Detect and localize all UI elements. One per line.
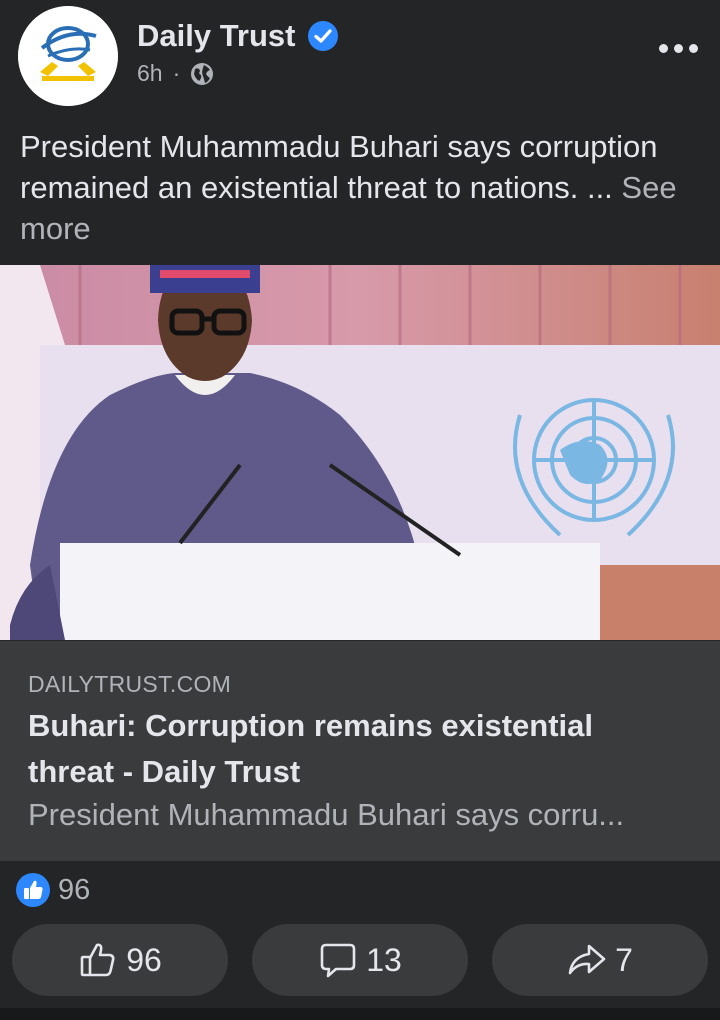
speaker-photo [0, 265, 720, 640]
reaction-count: 96 [58, 873, 91, 906]
comment-button[interactable]: 13 [252, 924, 468, 996]
page-name-text[interactable]: Daily Trust [137, 18, 296, 54]
globe-icon [191, 62, 214, 85]
post-image[interactable] [0, 265, 720, 640]
caption-text: President Muhammadu Buhari says corrupti… [20, 129, 658, 205]
post-meta: 6h · [137, 60, 214, 87]
link-title[interactable]: Buhari: Corruption remains existential t… [28, 703, 678, 795]
post-caption: President Muhammadu Buhari says corrupti… [20, 126, 700, 249]
meta-separator: · [172, 60, 181, 86]
comment-count: 13 [366, 941, 402, 978]
daily-trust-logo [18, 6, 118, 106]
verified-badge-icon [307, 21, 338, 51]
share-count: 7 [615, 941, 633, 978]
page-name[interactable]: Daily Trust [137, 18, 338, 54]
like-button[interactable]: 96 [12, 924, 228, 996]
link-domain: DAILYTRUST.COM [28, 671, 232, 697]
more-dot [658, 43, 668, 53]
caption-ellipsis: ... [578, 170, 622, 205]
share-icon [568, 944, 606, 975]
comment-icon [320, 943, 356, 978]
post-actions: 96 13 7 [12, 924, 708, 996]
thumbs-up-icon [80, 943, 115, 977]
share-button[interactable]: 7 [492, 924, 708, 996]
post-header: Daily Trust 6h · [0, 0, 720, 110]
link-description: President Muhammadu Buhari says corru... [28, 797, 625, 832]
more-dot [688, 43, 698, 53]
link-preview-card[interactable]: DAILYTRUST.COM Buhari: Corruption remain… [0, 641, 720, 861]
reaction-summary[interactable]: 96 [16, 870, 90, 910]
like-count: 96 [126, 941, 162, 978]
post-time[interactable]: 6h [137, 60, 163, 87]
more-dot [673, 43, 683, 53]
like-reaction-icon [16, 873, 50, 907]
post-divider [0, 1008, 720, 1020]
more-options-button[interactable] [654, 30, 702, 66]
page-avatar[interactable] [18, 6, 118, 106]
